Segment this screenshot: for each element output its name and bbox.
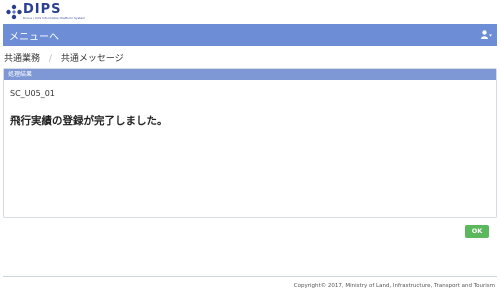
ok-button[interactable]: OK xyxy=(465,225,489,238)
nav-bar: メニューへ xyxy=(3,24,497,46)
menu-link[interactable]: メニューへ xyxy=(9,28,59,43)
breadcrumb-item-common-message: 共通メッセージ xyxy=(60,54,124,64)
copyright: Copyright© 2017, Ministry of Land, Infra… xyxy=(293,283,495,289)
breadcrumb: 共通業務 / 共通メッセージ xyxy=(4,51,124,64)
breadcrumb-item-common-tasks[interactable]: 共通業務 xyxy=(4,54,40,64)
completion-message: 飛行実績の登録が完了しました。 xyxy=(10,115,168,127)
footer-divider xyxy=(3,276,497,277)
logo-text: DIPS xyxy=(23,2,62,17)
result-panel: 処理結果 SC_U05_01 飛行実績の登録が完了しました。 xyxy=(3,68,497,218)
panel-heading: 処理結果 xyxy=(4,69,496,80)
header: DIPS Drone / UAS Information Platform Sy… xyxy=(0,0,500,24)
logo-dots-icon xyxy=(6,4,22,20)
user-icon[interactable] xyxy=(480,29,492,41)
breadcrumb-separator: / xyxy=(48,54,52,64)
screen-id: SC_U05_01 xyxy=(10,89,55,98)
logo-subtitle: Drone / UAS Information Platform System xyxy=(23,16,86,20)
